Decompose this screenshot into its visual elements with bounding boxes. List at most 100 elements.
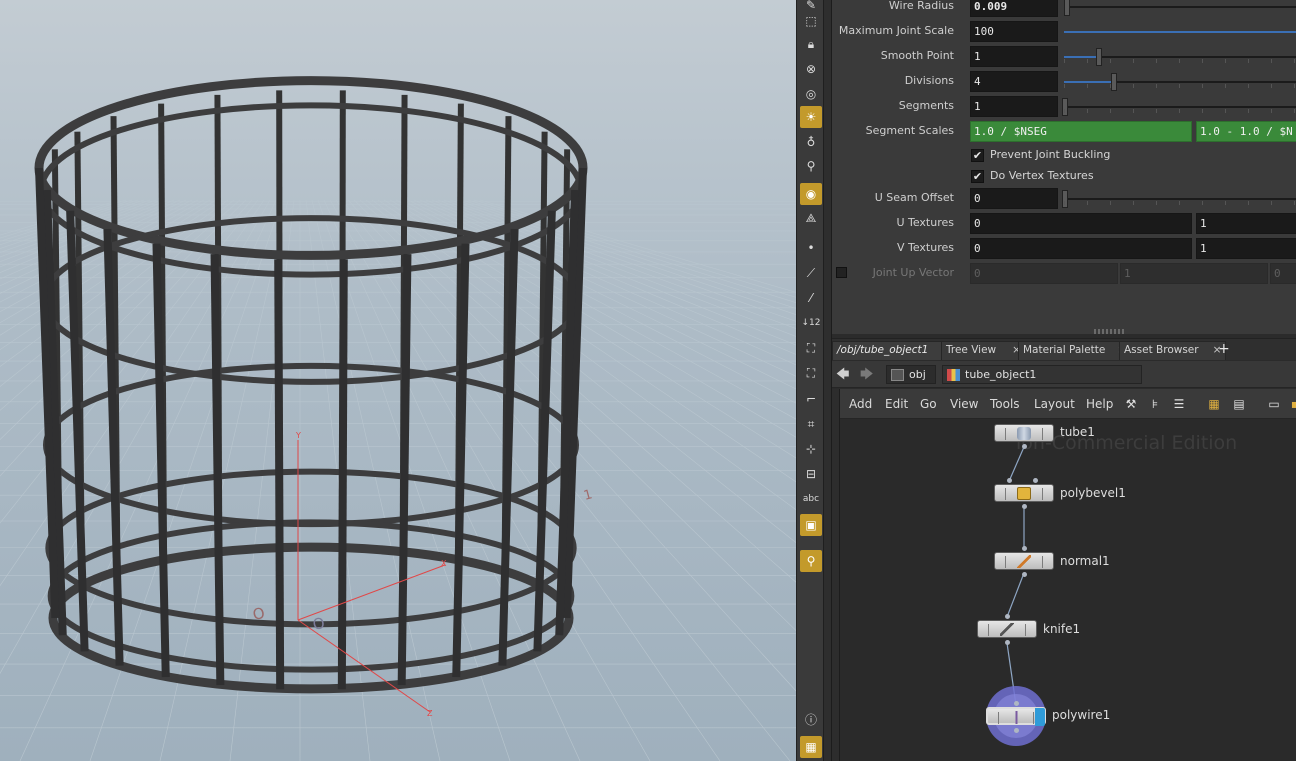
tab-tree-view[interactable]: Tree View ×: [941, 341, 1026, 360]
segments-slider[interactable]: [1062, 98, 1296, 116]
smooth-point-field[interactable]: 1: [970, 46, 1058, 67]
brush-icon[interactable]: ⛶: [800, 337, 822, 359]
list-icon[interactable]: ☰: [1172, 397, 1186, 411]
add-tab-button[interactable]: +: [1218, 341, 1230, 357]
param-label: Joint Up Vector: [872, 266, 954, 279]
output-port[interactable]: [1005, 640, 1010, 645]
point-icon[interactable]: •: [800, 237, 822, 259]
tile-view-icon[interactable]: ▤: [1232, 397, 1246, 411]
max-joint-scale-field[interactable]: 100: [970, 21, 1058, 42]
max-joint-scale-slider[interactable]: [1064, 31, 1296, 33]
node-polybevel1[interactable]: [994, 484, 1054, 502]
segments-field[interactable]: 1: [970, 96, 1058, 117]
brush-add-icon[interactable]: ⛶: [800, 362, 822, 384]
forward-button[interactable]: 🡆: [860, 365, 873, 387]
output-port[interactable]: [1014, 728, 1019, 733]
obj-network-icon: [891, 369, 904, 381]
node-polywire1[interactable]: [986, 707, 1046, 726]
smooth-point-slider[interactable]: [1064, 48, 1296, 66]
network-scrollbar[interactable]: [832, 389, 840, 761]
divisions-slider[interactable]: [1064, 73, 1296, 91]
joint-up-vector-x[interactable]: 0: [970, 263, 1118, 284]
node-label: normal1: [1060, 554, 1110, 568]
wire-radius-field[interactable]: 0.009: [970, 0, 1058, 17]
eyedropper-icon[interactable]: ⁄: [800, 287, 822, 309]
menu-go[interactable]: Go: [920, 397, 937, 411]
node-knife1[interactable]: [977, 620, 1037, 638]
display-flag[interactable]: [1035, 708, 1045, 726]
joint-up-vector-y[interactable]: 1: [1120, 263, 1268, 284]
breadcrumb-tube-object[interactable]: tube_object1: [942, 365, 1142, 384]
wrench-icon[interactable]: ⚒: [1124, 397, 1138, 411]
v-textures-field-1[interactable]: 0: [970, 238, 1192, 259]
panel-resize-grip[interactable]: [1094, 329, 1124, 334]
grid-view-icon[interactable]: ▦: [1207, 397, 1221, 411]
node-tube1[interactable]: [994, 424, 1054, 442]
v-textures-field-2[interactable]: 1: [1196, 238, 1296, 259]
joint-up-vector-toggle[interactable]: [836, 267, 847, 278]
menu-view[interactable]: View: [950, 397, 978, 411]
tab-material-palette[interactable]: Material Palette×: [1018, 341, 1132, 360]
snap-icon[interactable]: ⌗: [800, 413, 822, 435]
viewport-canvas[interactable]: Y X Z 1 O O: [0, 0, 796, 761]
output-port[interactable]: [1022, 444, 1027, 449]
camera-icon[interactable]: ◉: [800, 183, 822, 205]
u-textures-field-2[interactable]: 1: [1196, 213, 1296, 234]
u-textures-field-1[interactable]: 0: [970, 213, 1192, 234]
menu-layout[interactable]: Layout: [1034, 397, 1075, 411]
select-icon[interactable]: ⬚: [800, 10, 822, 32]
do-vertex-textures-checkbox[interactable]: ✔: [971, 170, 984, 183]
pin-icon[interactable]: ⚲: [800, 550, 822, 572]
info-icon[interactable]: ⓘ: [800, 708, 822, 730]
tab-asset-browser[interactable]: Asset Browser ×: [1119, 341, 1227, 360]
segment-scales-field-1[interactable]: 1.0 / $NSEG: [970, 121, 1192, 142]
tree-icon[interactable]: ⊧: [1148, 397, 1162, 411]
light-icon[interactable]: ☀: [800, 106, 822, 128]
network-editor[interactable]: ion-Commercial Edition tube1 polybevel1 …: [832, 419, 1296, 761]
pivot-icon[interactable]: ⊹: [800, 438, 822, 460]
bevel-icon: [1017, 487, 1031, 500]
scene-viewport[interactable]: Y X Z 1 O O: [0, 0, 796, 761]
breadcrumb-obj[interactable]: obj: [886, 365, 936, 384]
pen-icon[interactable]: ⟋: [800, 262, 822, 284]
menu-tools[interactable]: Tools: [990, 397, 1020, 411]
text-tool[interactable]: abc: [800, 488, 822, 510]
input-port[interactable]: [1005, 614, 1010, 619]
output-port[interactable]: [1022, 572, 1027, 577]
checkbox-label: Do Vertex Textures: [990, 169, 1094, 182]
count-icon[interactable]: ↓12: [800, 312, 822, 334]
panel-layout-icon[interactable]: ▭: [1267, 397, 1281, 411]
wire-radius-slider[interactable]: [1064, 0, 1296, 16]
light-add-icon[interactable]: ⚲: [800, 155, 822, 177]
menu-help[interactable]: Help: [1086, 397, 1113, 411]
joint-up-vector-z[interactable]: 0: [1270, 263, 1296, 284]
input-port[interactable]: [1007, 478, 1012, 483]
divisions-field[interactable]: 4: [970, 71, 1058, 92]
cone-icon[interactable]: ⟁: [800, 207, 822, 229]
input-port[interactable]: [1022, 546, 1027, 551]
lock-icon[interactable]: 🔒︎: [800, 33, 822, 55]
u-seam-offset-field[interactable]: 0: [970, 188, 1058, 209]
cancel-icon[interactable]: ⊗: [800, 58, 822, 80]
grid-icon[interactable]: ▦: [800, 736, 822, 758]
circle-icon[interactable]: ◎: [800, 83, 822, 105]
grid-label-origin-b: O: [311, 614, 326, 634]
snap-toggle-icon[interactable]: ▪: [1288, 397, 1296, 411]
pane-splitter[interactable]: [824, 0, 832, 761]
ruler-icon[interactable]: ⌐: [800, 388, 822, 410]
input-port[interactable]: [1014, 701, 1019, 706]
node-normal1[interactable]: [994, 552, 1054, 570]
back-button[interactable]: 🡄: [836, 365, 849, 387]
output-port[interactable]: [1022, 504, 1027, 509]
handle-icon[interactable]: ⊟: [800, 463, 822, 485]
parameter-panel: Wire Radius 0.009 Maximum Joint Scale 10…: [832, 0, 1296, 334]
u-seam-offset-slider[interactable]: [1062, 190, 1296, 208]
background-image-icon[interactable]: ▣: [800, 514, 822, 536]
prevent-joint-buckling-checkbox[interactable]: ✔: [971, 149, 984, 162]
tab-network[interactable]: /obj/tube_object1×: [832, 341, 955, 360]
segment-scales-field-2[interactable]: 1.0 - 1.0 / $N: [1196, 121, 1296, 142]
menu-add[interactable]: Add: [849, 397, 872, 411]
input-port[interactable]: [1033, 478, 1038, 483]
bulb-icon[interactable]: ♁: [800, 131, 822, 153]
menu-edit[interactable]: Edit: [885, 397, 908, 411]
